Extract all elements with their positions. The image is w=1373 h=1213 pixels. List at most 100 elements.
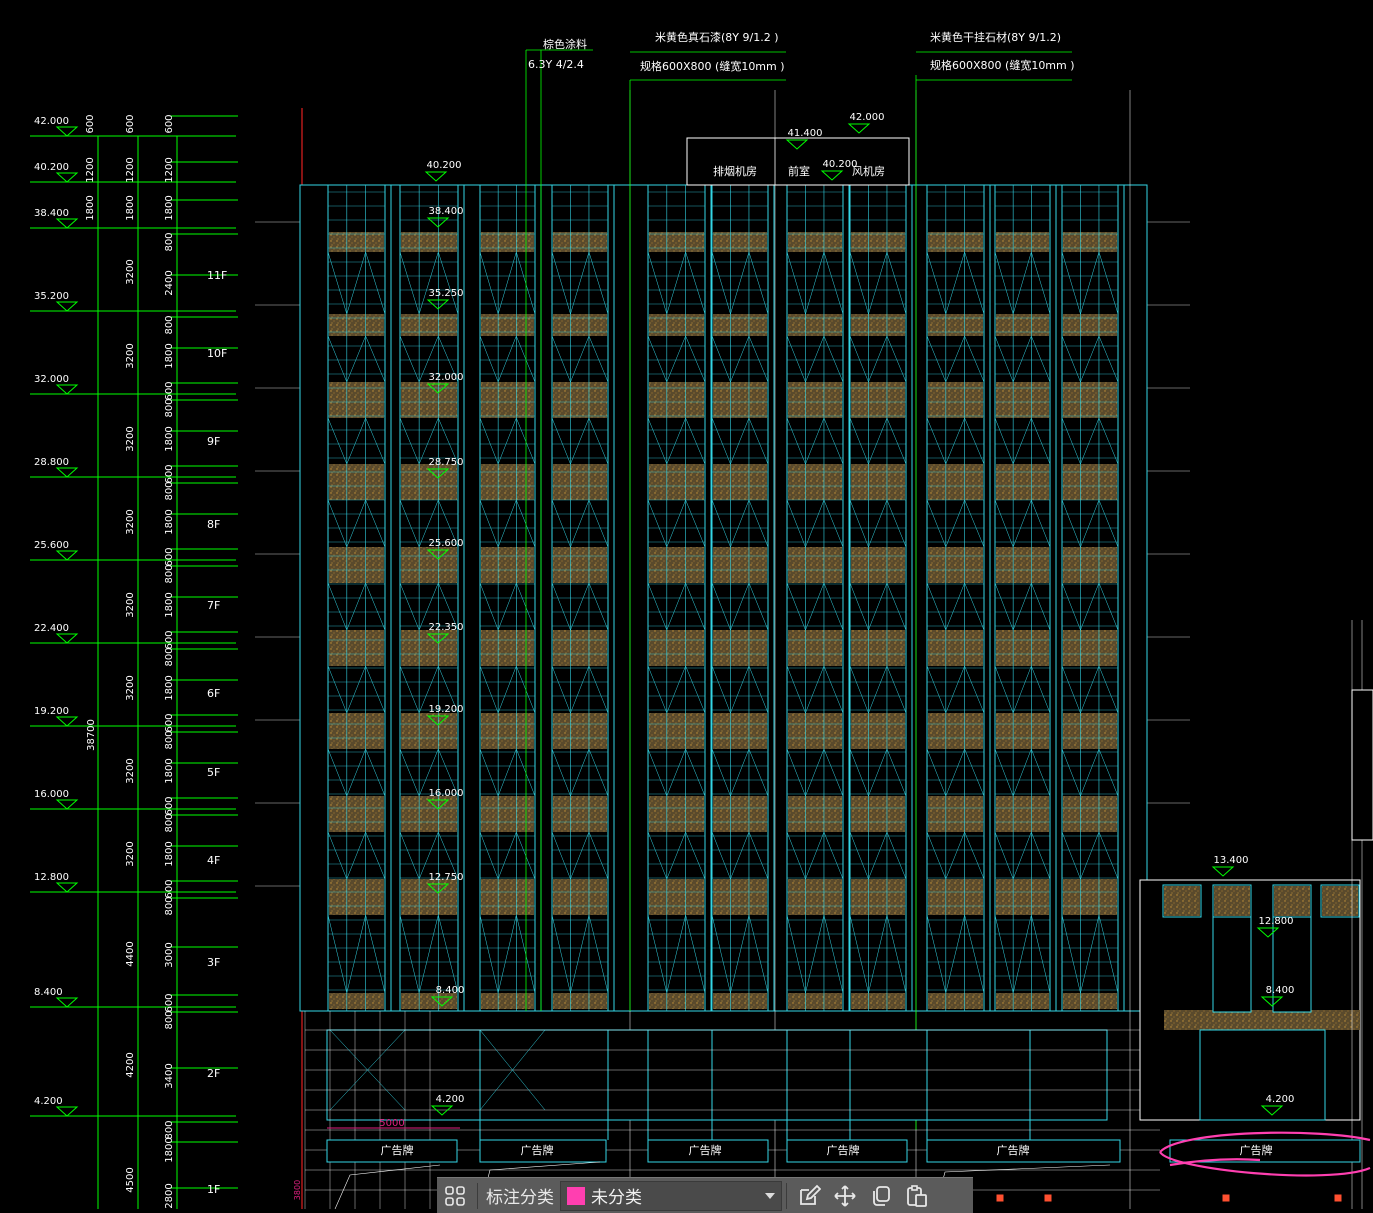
category-label: 标注分类: [486, 1188, 554, 1208]
floor-label: 10F: [207, 347, 227, 360]
dimension-label: 3200: [125, 675, 136, 700]
dimension-label: 3000: [164, 942, 175, 967]
billboard-label: 广告牌: [827, 1143, 860, 1157]
dimension-label: 3200: [125, 592, 136, 617]
dimension-label: 600: [164, 630, 175, 649]
level-marker: [55, 799, 79, 810]
dimension-label: 800: [164, 896, 175, 915]
cad-drawing-canvas[interactable]: 42.000 40.200 38.400 35.200 32.000 28.800 25.6…: [0, 0, 1373, 1209]
chevron-down-icon: [765, 1192, 775, 1199]
dimension-label: 600: [164, 796, 175, 815]
floor-label: 4F: [207, 854, 220, 867]
dimension-label: 600: [125, 114, 136, 133]
toolbar-divider: [786, 1182, 787, 1209]
grid-icon: [445, 1185, 465, 1206]
material-note: 6.3Y 4/2.4: [528, 58, 584, 71]
dimension-label: 800: [164, 813, 175, 832]
dimension-label: 1800: [164, 195, 175, 220]
floor-label: 7F: [207, 599, 220, 612]
level-elevation-label: 38.400: [34, 208, 69, 219]
facade-elevation-label: 8.400: [1266, 985, 1295, 996]
dimension-label: 1800: [164, 509, 175, 534]
facade-elevation-label: 32.000: [429, 372, 464, 383]
level-elevation-label: 35.200: [34, 291, 69, 302]
dimension-label: 600: [164, 114, 175, 133]
dimension-label: 1800: [85, 195, 96, 220]
level-marker: [55, 716, 79, 727]
floor-label: 5F: [207, 766, 220, 779]
dimension-label: 3200: [125, 259, 136, 284]
dimension-label: 4500: [125, 1167, 136, 1192]
paste-button[interactable]: [899, 1180, 935, 1212]
level-elevation-label: 25.600: [34, 540, 69, 551]
level-elevation-label: 40.200: [34, 162, 69, 173]
facade-elevation-label: 40.200: [427, 160, 462, 171]
dimension-label: 800: [164, 647, 175, 666]
dimension-label: 600: [164, 547, 175, 566]
edit-button[interactable]: [791, 1180, 827, 1212]
facade-elevation-label: 8.400: [436, 985, 465, 996]
billboard-label: 广告牌: [689, 1143, 722, 1157]
floor-label: 8F: [207, 518, 220, 531]
dimension-label: 1200: [85, 157, 96, 182]
elevation-marker: [424, 171, 448, 182]
paste-icon: [907, 1184, 927, 1207]
small-dimension-label: 3800: [293, 1180, 302, 1200]
move-button[interactable]: [827, 1180, 863, 1212]
dimension-label: 3200: [125, 343, 136, 368]
dimension-label: 600: [164, 381, 175, 400]
category-dropdown[interactable]: 未分类: [560, 1180, 782, 1211]
facade-elevation-label: 19.200: [429, 704, 464, 715]
level-elevation-label: 28.800: [34, 457, 69, 468]
facade-elevation-label: 41.400: [788, 128, 823, 139]
level-marker: [55, 218, 79, 229]
dimension-label: 800: [164, 481, 175, 500]
dimension-label: 1800: [164, 426, 175, 451]
dimension-label: 1800: [164, 675, 175, 700]
material-note: 棕色涂料: [543, 37, 587, 51]
billboard-label: 广告牌: [381, 1143, 414, 1157]
floor-label: 1F: [207, 1183, 220, 1196]
dimension-label: 2400: [164, 270, 175, 295]
move-icon: [834, 1184, 856, 1207]
facade-elevation-label: 42.000: [850, 112, 885, 123]
dimension-label: 600: [164, 879, 175, 898]
toolbar-divider: [477, 1182, 478, 1209]
dimension-label: 1200: [125, 157, 136, 182]
copy-button[interactable]: [863, 1180, 899, 1212]
dimension-label: 1800: [164, 592, 175, 617]
facade-elevation-label: 25.600: [429, 538, 464, 549]
facade-elevation-label: 12.750: [429, 872, 464, 883]
dimension-label: 1800: [164, 758, 175, 783]
facade-elevation-label: 16.000: [429, 788, 464, 799]
level-marker: [55, 172, 79, 183]
copy-icon: [873, 1185, 890, 1206]
level-marker: [55, 126, 79, 137]
floor-label: 3F: [207, 956, 220, 969]
level-marker: [55, 301, 79, 312]
material-note: 规格600X800 (缝宽10mm ): [640, 59, 785, 73]
dimension-label: 1800: [164, 343, 175, 368]
grid-button[interactable]: [437, 1180, 473, 1212]
facade-elevation-label: 4.200: [436, 1094, 465, 1105]
level-marker: [55, 467, 79, 478]
dimension-label: 800: [164, 1010, 175, 1029]
dimension-label: 800: [164, 398, 175, 417]
dimension-label: 1200: [164, 157, 175, 182]
floor-label: 6F: [207, 687, 220, 700]
level-elevation-label: 4.200: [34, 1096, 63, 1107]
billboard-label: 广告牌: [1240, 1143, 1273, 1157]
facade-elevation-label: 35.250: [429, 288, 464, 299]
dimension-label: 800: [164, 1120, 175, 1139]
facade-elevation-label: 12.800: [1259, 916, 1294, 927]
edit-icon: [800, 1184, 821, 1205]
material-note: 规格600X800 (缝宽10mm ): [930, 58, 1075, 72]
dimension-label: 3200: [125, 509, 136, 534]
level-marker: [55, 633, 79, 644]
category-dropdown-value: 未分类: [591, 1188, 642, 1208]
level-elevation-label: 42.000: [34, 116, 69, 127]
facade-elevation-label: 22.350: [429, 622, 464, 633]
level-marker: [55, 550, 79, 561]
dimension-label: 800: [164, 232, 175, 251]
level-elevation-label: 12.800: [34, 872, 69, 883]
